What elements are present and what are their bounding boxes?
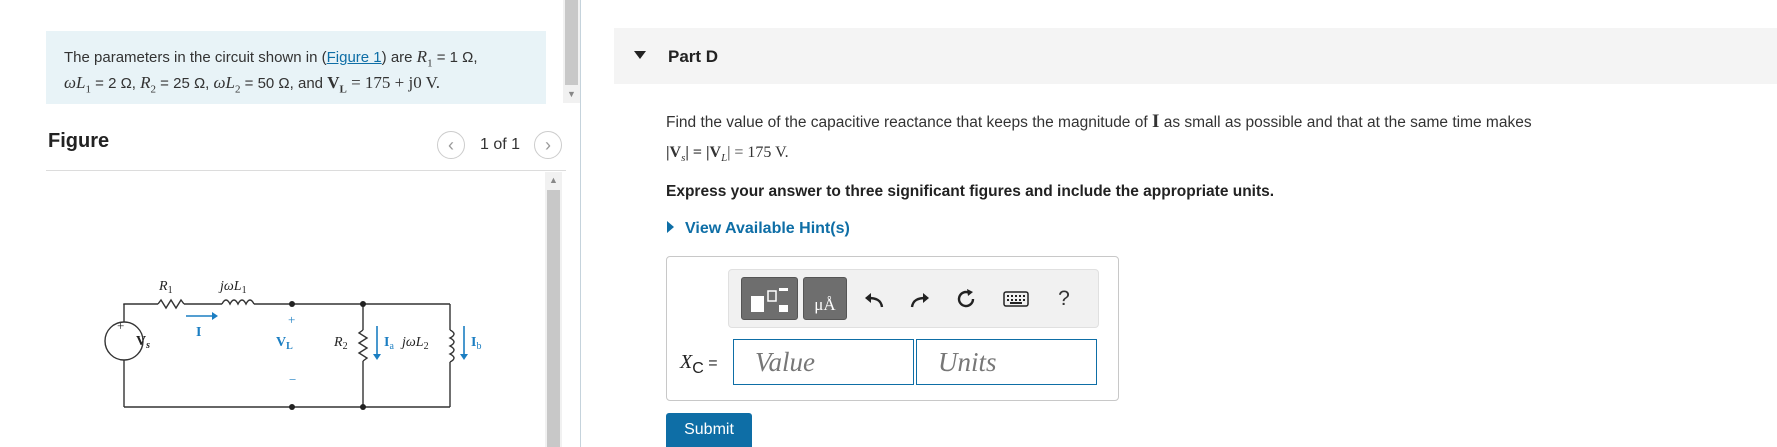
part-header[interactable] <box>614 28 1777 84</box>
figure-title: Figure <box>48 130 110 152</box>
figure-scroll-thumb[interactable] <box>547 190 560 447</box>
part-title: Part D <box>668 47 719 66</box>
collapse-caret-icon[interactable] <box>634 51 646 59</box>
svg-text:+: + <box>288 312 295 327</box>
scroll-up-arrow-icon[interactable]: ▲ <box>545 174 562 186</box>
help-button[interactable]: ? <box>1049 284 1079 314</box>
chevron-right-icon: › <box>545 134 551 155</box>
svg-text:−: − <box>289 372 296 387</box>
svg-text:VL: VL <box>276 335 293 352</box>
circuit-diagram: R1 jωL1 I + Vs + VL − R2 Ia jωL2 Ib <box>104 279 481 410</box>
r2-symbol: R2 <box>140 73 157 96</box>
problem-scrollbar[interactable]: ▼ <box>563 0 580 103</box>
figure-scrollbar[interactable]: ▲ <box>545 172 562 447</box>
templates-icon <box>751 288 788 312</box>
svg-text:R1: R1 <box>158 279 173 296</box>
math-toolbar: μÅ ? <box>728 269 1099 328</box>
problem-scroll-thumb[interactable] <box>565 0 578 85</box>
question-equation: |Vs| = |VL| = 175 V. <box>666 144 789 165</box>
keyboard-icon[interactable] <box>1001 284 1031 314</box>
problem-statement: The parameters in the circuit shown in (… <box>46 31 546 104</box>
scroll-down-arrow-icon[interactable]: ▼ <box>563 88 580 100</box>
redo-icon[interactable] <box>905 284 935 314</box>
answer-instruction: Express your answer to three significant… <box>666 183 1275 200</box>
chevron-left-icon: ‹ <box>448 134 454 155</box>
value-input[interactable] <box>733 339 914 385</box>
units-input[interactable] <box>916 339 1097 385</box>
reset-icon[interactable] <box>951 284 981 314</box>
svg-text:jωL1: jωL1 <box>218 279 247 296</box>
wl1-symbol: ωL1 <box>64 73 91 96</box>
figure-link[interactable]: Figure 1 <box>327 49 382 66</box>
figure-counter: 1 of 1 <box>480 136 521 153</box>
figure-next-button[interactable]: › <box>534 131 562 159</box>
vl-symbol: VL <box>327 73 347 96</box>
pane-divider[interactable] <box>580 0 581 447</box>
figure-prev-button[interactable]: ‹ <box>437 131 465 159</box>
svg-text:Ia: Ia <box>384 335 394 352</box>
submit-button[interactable]: Submit <box>666 413 752 447</box>
svg-text:Ib: Ib <box>471 335 481 352</box>
hint-caret-icon[interactable] <box>667 221 674 233</box>
xc-label: XC = <box>680 351 718 377</box>
units-symbol-button[interactable]: μÅ <box>803 277 847 320</box>
figure-divider <box>46 170 566 171</box>
question-text: Find the value of the capacitive reactan… <box>666 111 1532 132</box>
svg-text:Vs: Vs <box>136 334 150 351</box>
view-hints-link[interactable]: View Available Hint(s) <box>685 220 850 238</box>
undo-icon[interactable] <box>859 284 889 314</box>
templates-button[interactable] <box>741 277 798 320</box>
svg-text:jωL2: jωL2 <box>400 335 429 352</box>
wl2-symbol: ωL2 <box>213 73 241 96</box>
svg-text:R2: R2 <box>333 335 348 352</box>
svg-text:+: + <box>117 318 124 333</box>
svg-text:I: I <box>196 325 201 340</box>
r1-symbol: R1 <box>416 47 433 70</box>
